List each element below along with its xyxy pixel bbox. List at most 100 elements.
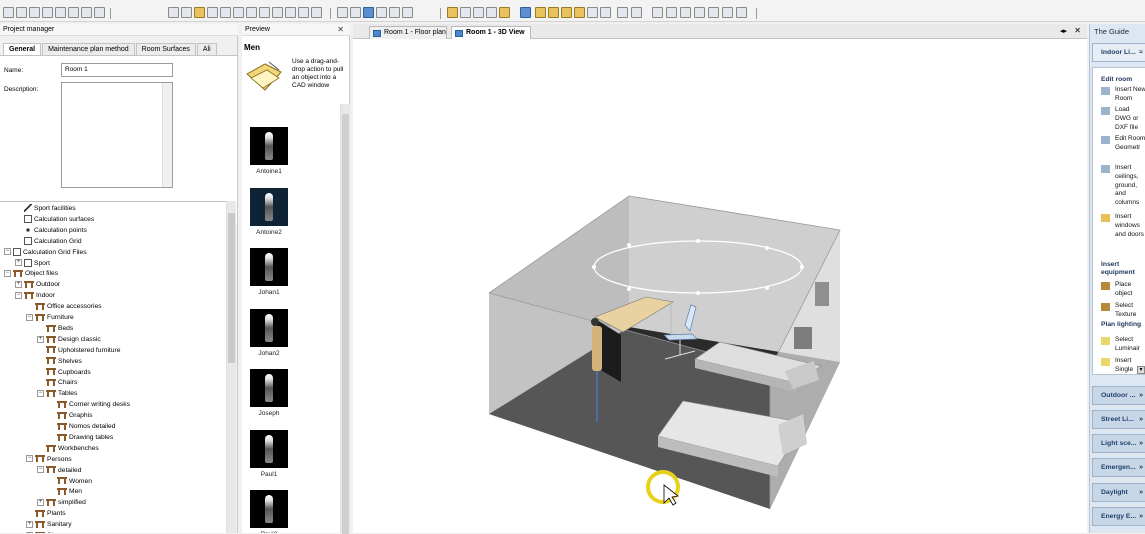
grid-icon[interactable] xyxy=(652,7,663,18)
collapse-icon[interactable]: − xyxy=(37,466,44,474)
guide-section[interactable]: Emergen...» xyxy=(1092,458,1145,477)
tree-item[interactable]: Cupboards xyxy=(37,367,91,378)
scroll-down-icon[interactable]: ▾ xyxy=(1137,366,1145,374)
orbit-icon[interactable] xyxy=(363,7,374,18)
preview-thumbnail[interactable] xyxy=(250,490,288,528)
tab-room-surfaces[interactable]: Room Surfaces xyxy=(135,43,196,55)
collapse-icon[interactable]: − xyxy=(4,248,11,256)
guide-action-link[interactable]: Load DWG or DXF file xyxy=(1115,106,1145,132)
door-icon[interactable] xyxy=(548,7,559,18)
3d-scene[interactable]: مستقل xyxy=(353,39,1087,533)
tree-item[interactable]: Corner writing desks xyxy=(48,399,130,410)
guide-section[interactable]: Outdoor ...» xyxy=(1092,386,1145,405)
guide-action-link[interactable]: Insert ceilings, ground, and columns xyxy=(1115,164,1145,208)
settings-icon[interactable] xyxy=(736,7,747,18)
guide-section-indoor-lighting[interactable]: Indoor Li... ≈ xyxy=(1092,43,1145,62)
tree-item[interactable]: + Sport xyxy=(15,258,50,269)
tree-item[interactable]: − Persons xyxy=(26,454,72,465)
expand-icon[interactable]: + xyxy=(37,499,44,507)
preview-scrollbar-thumb[interactable] xyxy=(342,114,349,534)
expand-icon[interactable]: + xyxy=(15,281,22,289)
chevron-down-icon[interactable]: » xyxy=(1139,411,1143,428)
tab-more[interactable]: Ali xyxy=(196,43,217,55)
object-icon[interactable] xyxy=(486,7,497,18)
pen-icon[interactable] xyxy=(181,7,192,18)
view-icon[interactable] xyxy=(285,7,296,18)
preview-scrollbar[interactable] xyxy=(340,104,350,534)
name-field[interactable]: Room 1 xyxy=(61,63,173,77)
description-scrollbar[interactable] xyxy=(162,83,172,187)
tree-item[interactable]: Beds xyxy=(37,323,73,334)
door-icon[interactable] xyxy=(574,7,585,18)
frame-icon[interactable] xyxy=(631,7,642,18)
ceiling-icon[interactable] xyxy=(600,7,611,18)
tree-item[interactable]: + Sanitary xyxy=(26,519,72,530)
pen-icon[interactable] xyxy=(168,7,179,18)
magnifier-icon[interactable] xyxy=(350,7,361,18)
tree-item[interactable]: − Object files xyxy=(4,268,58,279)
object-icon[interactable] xyxy=(473,7,484,18)
tree-item[interactable]: − Furniture xyxy=(26,312,74,323)
close-icon[interactable]: ✕ xyxy=(337,24,344,36)
tab-3d-view[interactable]: Room 1 - 3D View xyxy=(451,26,531,39)
select-icon[interactable] xyxy=(3,7,14,18)
grid-icon[interactable] xyxy=(55,7,66,18)
tree-item[interactable]: Calculation points xyxy=(15,225,87,236)
view-icon[interactable] xyxy=(272,7,283,18)
guide-section[interactable]: Energy E...» xyxy=(1092,507,1145,526)
scroll-tabs-icon[interactable]: ◂▸ xyxy=(1060,27,1067,35)
tree-item[interactable]: Women xyxy=(48,476,92,487)
chevron-down-icon[interactable]: » xyxy=(1139,435,1143,452)
collapse-icon[interactable]: − xyxy=(15,291,22,299)
tree-item[interactable]: − Indoor xyxy=(15,290,55,301)
tab-general[interactable]: General xyxy=(3,43,42,55)
collapse-icon[interactable]: − xyxy=(4,270,11,278)
view-icon[interactable] xyxy=(311,7,322,18)
tree-item[interactable]: Nomos detailed xyxy=(48,421,115,432)
polyline-icon[interactable] xyxy=(694,7,705,18)
view-icon[interactable] xyxy=(298,7,309,18)
window-icon[interactable] xyxy=(520,7,531,18)
layers-icon[interactable] xyxy=(94,7,105,18)
guide-action-link[interactable]: Select Luminair xyxy=(1115,336,1145,354)
line-icon[interactable] xyxy=(680,7,691,18)
preview-thumbnail[interactable] xyxy=(250,429,288,468)
zoom-icon[interactable] xyxy=(81,7,92,18)
guide-action-link[interactable]: Insert windows and doors xyxy=(1115,213,1145,239)
chevron-up-icon[interactable]: ≈ xyxy=(1139,44,1143,61)
rotate-icon[interactable] xyxy=(389,7,400,18)
tab-maintenance-plan-method[interactable]: Maintenance plan method xyxy=(42,43,135,55)
tree-item[interactable]: Calculation surfaces xyxy=(15,214,94,225)
cube-icon[interactable] xyxy=(233,7,244,18)
expand-icon[interactable]: + xyxy=(26,520,33,528)
tab-floor-plan[interactable]: Room 1 - Floor plan xyxy=(369,26,447,39)
collapse-icon[interactable]: − xyxy=(26,313,33,321)
cube-icon[interactable] xyxy=(220,7,231,18)
tree-item[interactable]: Plants xyxy=(26,508,66,519)
preview-thumbnail[interactable] xyxy=(250,308,288,347)
column-icon[interactable] xyxy=(587,7,598,18)
tree-item[interactable]: Office accessories xyxy=(26,301,102,312)
tree-item[interactable]: Calculation Grid xyxy=(15,236,82,247)
tree-item[interactable]: + simplified xyxy=(37,497,86,508)
grid-icon[interactable] xyxy=(42,7,53,18)
tree-item[interactable]: Upholstered furniture xyxy=(37,345,120,356)
luminaire-icon[interactable] xyxy=(447,7,458,18)
collapse-icon[interactable]: − xyxy=(37,390,44,398)
chevron-down-icon[interactable]: » xyxy=(1139,387,1143,404)
cad-view[interactable]: Room 1 - Floor plan Room 1 - 3D View ◂▸ … xyxy=(353,24,1087,533)
preview-thumbnail[interactable] xyxy=(250,369,288,407)
help-icon[interactable] xyxy=(246,7,257,18)
move-icon[interactable] xyxy=(29,7,40,18)
chevron-down-icon[interactable]: » xyxy=(1139,459,1143,476)
point-icon[interactable] xyxy=(666,7,677,18)
pan-icon[interactable] xyxy=(376,7,387,18)
door-icon[interactable] xyxy=(535,7,546,18)
cursor-icon[interactable] xyxy=(337,7,348,18)
description-field[interactable] xyxy=(61,82,173,188)
tree-item[interactable]: Sport facilities xyxy=(15,203,76,214)
tree-item[interactable]: Shelves xyxy=(37,356,82,367)
guide-action-link[interactable]: Insert New Room xyxy=(1115,86,1145,104)
preview-thumbnail[interactable] xyxy=(250,248,288,286)
tree-item[interactable]: Drawing tables xyxy=(48,432,113,443)
